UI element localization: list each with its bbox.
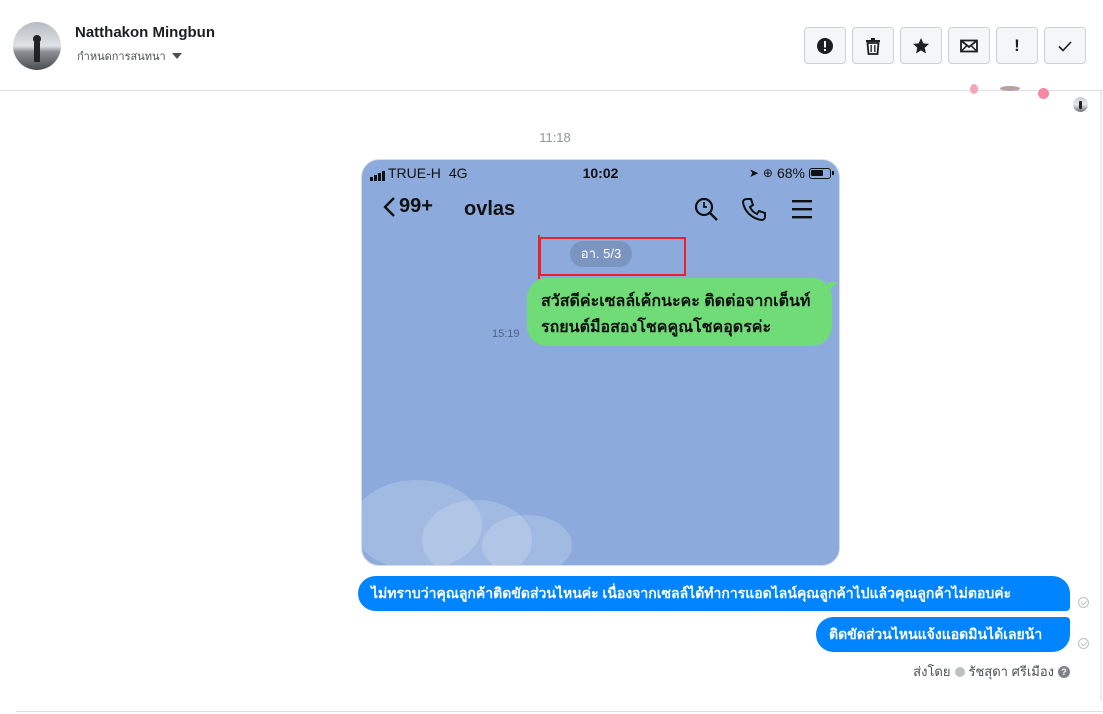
star-icon [913,37,929,53]
previous-message-fragment [1038,88,1049,99]
previous-message-fragment [1000,86,1020,91]
line-chat-navbar: 99+ ovlas [362,194,839,226]
conversation-toolbar: ! [804,27,1086,64]
sent-by-label: ส่งโดย [913,664,951,679]
seen-avatar [1073,97,1088,112]
help-icon[interactable]: ? [1058,665,1070,678]
label-dropdown-text: กำหนดการสนทนา [77,51,166,63]
check-icon [1058,40,1072,52]
label-dropdown[interactable]: กำหนดการสนทนา [77,47,182,65]
red-highlight-box [539,237,686,276]
trash-icon [866,37,880,55]
mark-spam-button[interactable] [804,27,846,64]
line-green-bubble: สวัสดีค่ะเซลล์เค้กนะคะ ติดต่อจากเต็นท์รถ… [527,278,838,346]
back-count: 99+ [399,195,433,217]
thread-scrollbar[interactable] [1100,91,1102,701]
caret-down-icon [171,53,182,59]
mark-important-button[interactable]: ! [996,27,1038,64]
envelope-icon [960,39,978,52]
line-bubble-time: 15:19 [492,328,520,340]
search-icon [694,197,718,221]
battery-percent: 68% [776,165,805,181]
menu-icon [792,200,812,219]
mark-unread-button[interactable] [948,27,990,64]
previous-message-fragment [970,84,978,94]
contact-avatar[interactable] [13,22,61,70]
mark-done-button[interactable] [1044,27,1086,64]
line-chat-name: ovlas [464,198,516,220]
contact-name[interactable]: Natthakon Mingbun [75,24,215,41]
location-arrow-icon: ➤ [748,166,759,180]
composer-top-edge [16,711,1103,712]
rotation-lock-icon: ⊕ [762,166,773,180]
red-highlight-mark [538,235,540,279]
outgoing-message[interactable]: ติดขัดส่วนไหนแจ้งแอดมินได้เลยน้า [816,617,1070,652]
alert-circle-icon [817,37,833,54]
outgoing-message[interactable]: ไม่ทราบว่าคุณลูกค้าติดขัดส่วนไหนค่ะ เนื่… [358,576,1070,611]
delete-button[interactable] [852,27,894,64]
battery-icon [809,167,834,179]
sender-status-icon [954,666,965,677]
delivered-check-icon [1078,597,1089,608]
message-timestamp: 11:18 [539,130,571,145]
exclamation-icon: ! [1014,35,1020,55]
delivered-check-icon [1078,638,1089,649]
phone-status-bar: TRUE-H 4G 10:02 ➤ ⊕ 68% [362,165,839,181]
sent-by-name[interactable]: รัชสุดา ศรีเมือง [969,661,1055,682]
attached-screenshot-image[interactable]: TRUE-H 4G 10:02 ➤ ⊕ 68% 99+ ovlas อา. 5/… [361,159,840,566]
sent-by-footer: ส่งโดย รัชสุดา ศรีเมือง ? [913,661,1070,682]
conversation-header: Natthakon Mingbun กำหนดการสนทนา ! [0,0,1103,91]
star-button[interactable] [900,27,942,64]
phone-icon [741,198,766,222]
back-chevron-icon [383,196,395,217]
